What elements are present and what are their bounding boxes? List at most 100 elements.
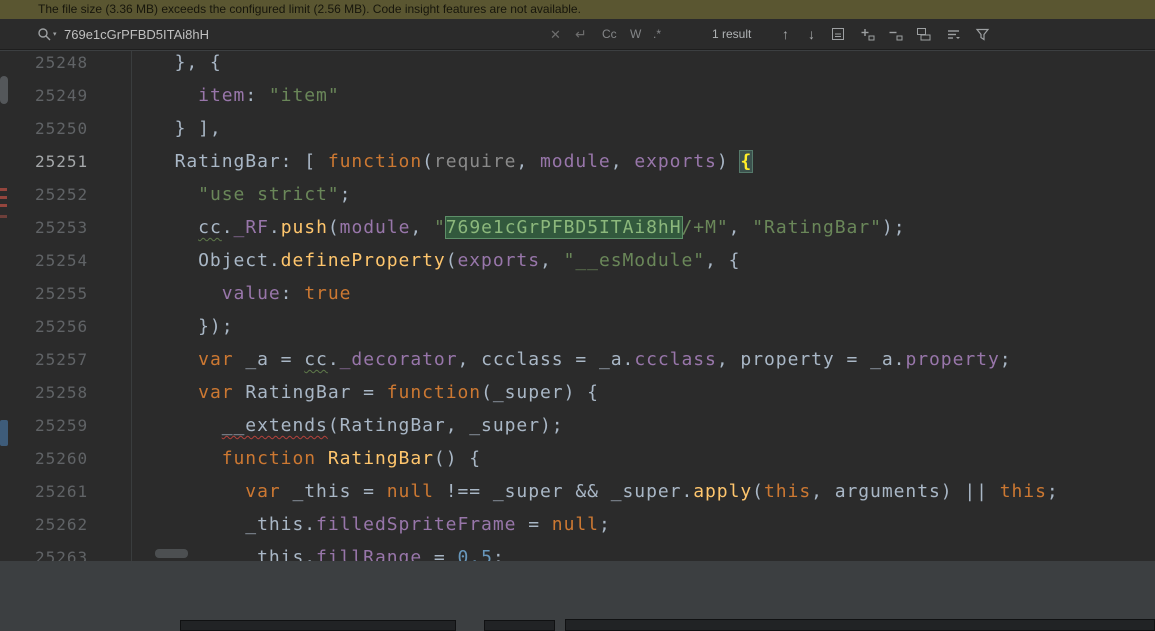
regex-toggle[interactable]: .* [653, 19, 661, 50]
code-token: "RatingBar" [752, 217, 882, 238]
code-line[interactable]: __extends(RatingBar, _super); [151, 409, 1059, 442]
previous-occurrence-icon[interactable]: ↑ [782, 19, 789, 50]
code-token: , property = _a. [716, 349, 906, 370]
code-token: cc [198, 217, 222, 238]
code-token: exports [457, 250, 540, 271]
line-number[interactable]: 25260 [35, 442, 88, 475]
code-line[interactable]: RatingBar: [ function(require, module, e… [151, 145, 1059, 178]
code-token: , [728, 217, 753, 238]
code-line[interactable]: value: true [151, 277, 1059, 310]
code-token: exports [634, 151, 717, 172]
line-number[interactable]: 25256 [35, 310, 88, 343]
line-number[interactable]: 25251 [35, 145, 88, 178]
code-token: __extends [221, 415, 328, 436]
code-token: _a = [233, 349, 305, 370]
code-token: ( [422, 151, 434, 172]
add-occurrence-icon[interactable] [860, 27, 875, 42]
line-number[interactable]: 25261 [35, 475, 88, 508]
background-window-edge [180, 620, 456, 631]
code-token: "item" [268, 85, 340, 106]
whole-words-toggle[interactable]: W [630, 19, 641, 50]
code-line[interactable]: function RatingBar() { [151, 442, 1059, 475]
line-number[interactable]: 25258 [35, 376, 88, 409]
filter-icon[interactable] [975, 27, 990, 42]
code-token: this [999, 481, 1047, 502]
code-token: _this. [151, 514, 317, 535]
clear-search-icon[interactable]: ✕ [550, 19, 561, 50]
code-token: }); [151, 316, 234, 337]
line-number[interactable]: 25259 [35, 409, 88, 442]
code-line[interactable]: }); [151, 310, 1059, 343]
code-line[interactable]: item: "item" [151, 79, 1059, 112]
code-line[interactable]: Object.defineProperty(exports, "__esModu… [151, 244, 1059, 277]
line-number[interactable]: 25263 [35, 541, 88, 561]
line-number[interactable]: 25249 [35, 79, 88, 112]
code-token: , [410, 217, 434, 238]
line-number[interactable]: 25262 [35, 508, 88, 541]
code-token: . [221, 217, 234, 238]
code-token: ; [339, 184, 352, 205]
code-token: _decorator [339, 349, 458, 370]
error-stripe-mark[interactable] [0, 188, 7, 191]
error-stripe-mark[interactable] [0, 196, 7, 199]
error-stripe-mark[interactable] [0, 215, 7, 218]
code-token: ; [1046, 481, 1059, 502]
code-token: "__esModule" [563, 250, 706, 271]
code-line[interactable]: }, { [151, 51, 1059, 79]
code-line[interactable]: var _a = cc._decorator, ccclass = _a.ccc… [151, 343, 1059, 376]
code-line[interactable]: _this.fillRange = 0.5; [151, 541, 1059, 561]
code-line[interactable]: cc._RF.push(module, "769e1cGrPFBD5ITAi8h… [151, 211, 1059, 244]
search-input[interactable]: 769e1cGrPFBD5ITAi8hH [64, 19, 209, 50]
line-number[interactable]: 25257 [35, 343, 88, 376]
horizontal-scrollbar-thumb[interactable] [155, 549, 188, 558]
info-stripe-mark[interactable] [0, 420, 8, 446]
line-number[interactable]: 25248 [35, 51, 88, 79]
search-history-chevron-icon[interactable]: ▾ [53, 19, 57, 50]
code-token: _this = [280, 481, 387, 502]
code-token: module [339, 217, 411, 238]
bottom-panel [0, 561, 1155, 631]
next-occurrence-icon[interactable]: ↓ [808, 19, 815, 50]
code-line[interactable]: _this.filledSpriteFrame = null; [151, 508, 1059, 541]
background-window-edge [484, 620, 555, 631]
code-line[interactable]: var RatingBar = function(_super) { [151, 376, 1059, 409]
banner-text: The file size (3.36 MB) exceeds the conf… [38, 2, 581, 16]
match-case-toggle[interactable]: Cc [602, 19, 617, 50]
line-number[interactable]: 25255 [35, 277, 88, 310]
code-token: }, { [151, 52, 222, 73]
gutter-separator [131, 51, 132, 561]
code-line[interactable]: } ], [151, 112, 1059, 145]
code-token: : [245, 85, 269, 106]
insert-newline-icon[interactable]: ↵ [575, 19, 587, 50]
line-number[interactable]: 25254 [35, 244, 88, 277]
error-stripe-mark[interactable] [0, 204, 7, 207]
code-token: " [433, 217, 446, 238]
code-lines[interactable]: }, { item: "item" } ], RatingBar: [ func… [151, 51, 1059, 561]
code-token: ccclass [634, 349, 717, 370]
code-line[interactable]: "use strict"; [151, 178, 1059, 211]
code-token: ; [598, 514, 611, 535]
code-editor[interactable]: 25248 25249 25250 25251 25252 25253 25254 25255… [0, 51, 1155, 561]
code-token: this [763, 481, 812, 502]
code-token: null [551, 514, 599, 535]
search-options-icon[interactable] [946, 27, 961, 42]
find-in-selection-icon[interactable] [831, 27, 845, 42]
select-all-occurrences-icon[interactable] [916, 27, 931, 42]
line-number[interactable]: 25250 [35, 112, 88, 145]
code-token: push [280, 217, 328, 238]
code-token: (_super) { [481, 382, 599, 403]
code-token: require [433, 151, 517, 172]
remove-occurrence-icon[interactable] [888, 27, 903, 42]
code-token: null [386, 481, 434, 502]
code-token: ; [999, 349, 1012, 370]
code-line[interactable]: var _this = null !== _super && _super.ap… [151, 475, 1059, 508]
code-token: = [422, 547, 458, 561]
code-token: ( [445, 250, 458, 271]
left-scrollbar-thumb[interactable] [0, 76, 8, 104]
search-icon[interactable] [37, 27, 52, 42]
line-number[interactable]: 25252 [35, 178, 88, 211]
line-number[interactable]: 25253 [35, 211, 88, 244]
gutter-line-numbers[interactable]: 25248 25249 25250 25251 25252 25253 25254 25255… [35, 51, 88, 561]
